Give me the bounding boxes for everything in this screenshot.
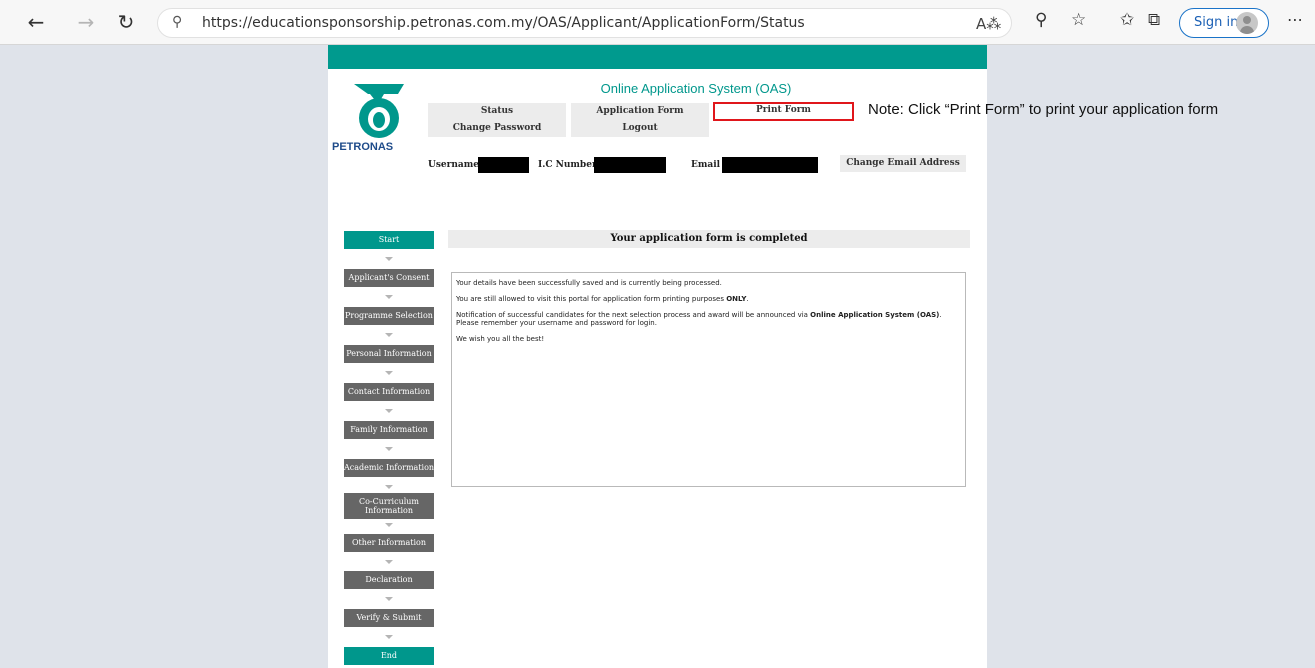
step-co-curriculum-information[interactable]: Co-Curriculum Information: [344, 493, 434, 519]
step-family-information[interactable]: Family Information: [344, 421, 434, 439]
step-arrow-icon: [385, 409, 393, 413]
message-printing: You are still allowed to visit this port…: [456, 295, 749, 303]
logout-button[interactable]: Logout: [571, 120, 709, 137]
message-wish: We wish you all the best!: [456, 335, 545, 343]
step-programme-selection[interactable]: Programme Selection: [344, 307, 434, 325]
forward-icon[interactable]: →: [72, 8, 100, 36]
status-button[interactable]: Status: [428, 103, 566, 120]
step-arrow-icon: [385, 560, 393, 564]
brand-topbar: [328, 45, 987, 69]
step-other-information[interactable]: Other Information: [344, 534, 434, 552]
username-value-redacted: [478, 157, 529, 173]
step-declaration[interactable]: Declaration: [344, 571, 434, 589]
url-text[interactable]: https://educationsponsorship.petronas.co…: [202, 15, 805, 31]
system-title: Online Application System (OAS): [600, 81, 792, 96]
change-email-button[interactable]: Change Email Address: [840, 155, 966, 172]
message-notification: Notification of successful candidates fo…: [456, 311, 942, 327]
step-arrow-icon: [385, 635, 393, 639]
step-arrow-icon: [385, 257, 393, 261]
brand-name: PETRONAS: [332, 141, 394, 153]
step-arrow-icon: [385, 333, 393, 337]
read-aloud-icon[interactable]: A⁂: [976, 15, 1001, 33]
print-form-note: Note: Click “Print Form” to print your a…: [868, 101, 1219, 118]
application-form-button[interactable]: Application Form: [571, 103, 709, 120]
step-arrow-icon: [385, 523, 393, 527]
step-personal-information[interactable]: Personal Information: [344, 345, 434, 363]
back-icon[interactable]: ←: [22, 8, 50, 36]
completed-heading: Your application form is completed: [448, 230, 970, 248]
sign-in-label: Sign in: [1194, 15, 1239, 30]
browser-toolbar: ← → ↻ ⚲ https://educationsponsorship.pet…: [0, 0, 1315, 45]
step-arrow-icon: [385, 295, 393, 299]
step-contact-information[interactable]: Contact Information: [344, 383, 434, 401]
ic-number-value-redacted: [594, 157, 666, 173]
step-verify-submit[interactable]: Verify & Submit: [344, 609, 434, 627]
step-start[interactable]: Start: [344, 231, 434, 249]
print-form-button[interactable]: Print Form: [713, 102, 854, 121]
change-password-button[interactable]: Change Password: [428, 120, 566, 137]
step-end[interactable]: End: [344, 647, 434, 665]
step-arrow-icon: [385, 597, 393, 601]
step-arrow-icon: [385, 447, 393, 451]
petronas-logo: [354, 84, 404, 138]
collections-icon[interactable]: ⧉: [1148, 10, 1160, 30]
more-icon[interactable]: ⋯: [1287, 10, 1303, 29]
avatar: [1236, 12, 1258, 34]
address-bar[interactable]: ⚲ https://educationsponsorship.petronas.…: [157, 8, 1012, 38]
step-arrow-icon: [385, 371, 393, 375]
favorites-icon[interactable]: ✩: [1120, 10, 1134, 30]
email-value-redacted: [722, 157, 818, 173]
zoom-icon[interactable]: ⚲: [1035, 10, 1047, 30]
add-favorite-icon[interactable]: ☆: [1071, 10, 1086, 30]
sign-in-button[interactable]: Sign in: [1179, 8, 1269, 38]
refresh-icon[interactable]: ↻: [112, 8, 140, 36]
step-academic-information[interactable]: Academic Information: [344, 459, 434, 477]
message-saved: Your details have been successfully save…: [456, 279, 722, 287]
step-applicants-consent[interactable]: Applicant's Consent: [344, 269, 434, 287]
status-message-box: Your details have been successfully save…: [451, 272, 966, 487]
username-label: Username :: [428, 160, 486, 170]
page-content: PETRONAS Online Application System (OAS)…: [328, 45, 987, 668]
lock-icon[interactable]: ⚲: [172, 14, 182, 30]
step-arrow-icon: [385, 485, 393, 489]
